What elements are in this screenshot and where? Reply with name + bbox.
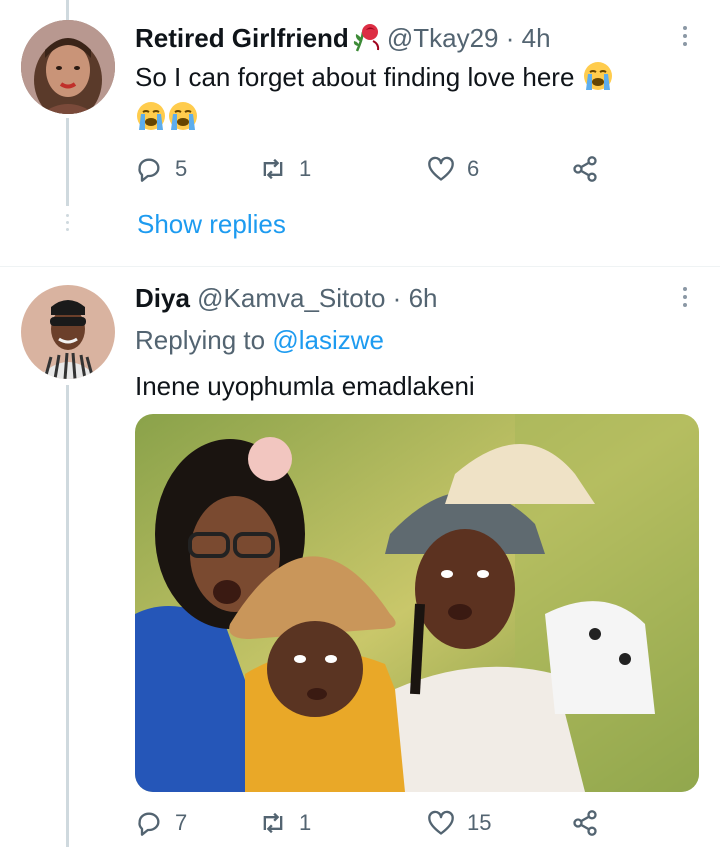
avatar[interactable] [21,20,115,114]
like-icon [428,156,454,181]
wilted-rose-emoji [353,22,381,52]
loudly-crying-emoji [167,100,199,132]
reply-button[interactable]: 7 [135,806,187,840]
replying-mention-link[interactable]: @lasizwe [272,325,384,355]
like-count: 6 [467,156,480,181]
show-replies-link[interactable]: Show replies [137,207,286,241]
avatar[interactable] [21,285,115,379]
timestamp[interactable]: 4h [522,23,551,53]
separator: · [392,283,402,313]
tweet-header: Diya @Kamva_Sitoto · 6h [135,281,437,315]
tweet-media-image[interactable] [135,414,699,792]
share-button[interactable] [571,152,611,186]
display-name[interactable]: Retired Girlfriend [135,23,349,53]
tweet-actions: 5 1 6 [135,152,615,186]
loudly-crying-emoji [582,60,614,92]
like-button[interactable]: 6 [427,152,479,186]
display-name[interactable]: Diya [135,283,190,313]
reply-button[interactable]: 5 [135,152,187,186]
retweet-button[interactable]: 1 [259,806,311,840]
replying-to: Replying to @lasizwe [135,323,384,357]
tweet-actions: 7 1 15 [135,806,615,840]
share-button[interactable] [571,806,611,840]
tweet-text-block: So I can forget about finding love here [135,60,695,94]
retweet-button[interactable]: 1 [259,152,311,186]
reply-count: 7 [175,810,188,835]
share-icon [573,810,597,836]
tweet-text: So I can forget about finding love here [135,62,575,92]
like-count: 15 [467,810,492,835]
reply-icon [138,812,160,836]
reply-icon [138,158,160,182]
user-handle[interactable]: @Tkay29 [387,23,499,53]
retweet-icon [263,812,283,834]
loudly-crying-emoji [135,100,167,132]
share-icon [573,156,597,182]
tweet-text: Inene uyophumla emadlakeni [135,371,475,401]
user-handle[interactable]: @Kamva_Sitoto [197,283,385,313]
replying-prefix: Replying to [135,325,266,355]
tweet-2[interactable]: Diya @Kamva_Sitoto · 6h Replying to @las… [0,267,720,847]
more-options-icon[interactable] [682,26,688,50]
like-button[interactable]: 15 [427,806,491,840]
tweet-emoji-line [135,100,199,134]
tweet-1[interactable]: Retired Girlfriend @Tkay29 · 4h So I can … [0,0,720,266]
retweet-icon [263,158,283,180]
reply-count: 5 [175,156,188,181]
like-icon [428,810,454,835]
retweet-count: 1 [299,810,312,835]
timestamp[interactable]: 6h [409,283,438,313]
separator: · [505,23,515,53]
tweet-header: Retired Girlfriend @Tkay29 · 4h [135,21,551,55]
retweet-count: 1 [299,156,312,181]
more-options-icon[interactable] [682,287,688,311]
